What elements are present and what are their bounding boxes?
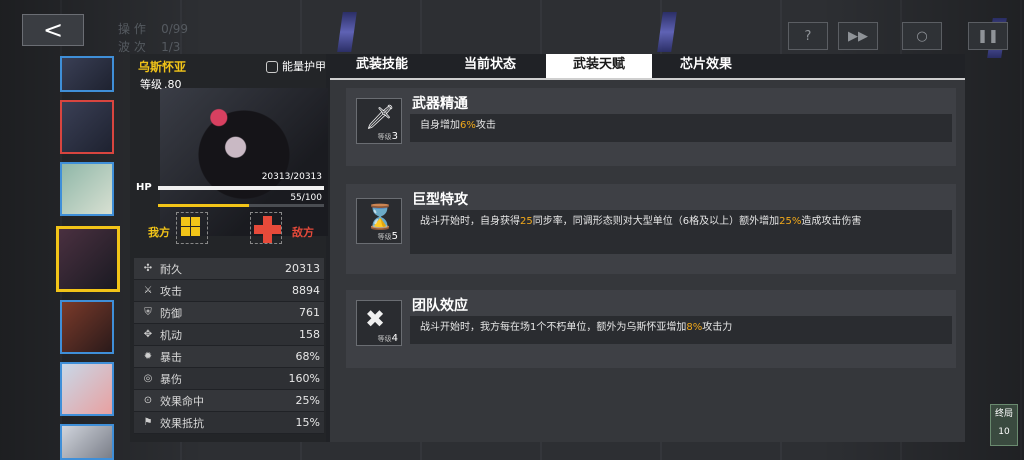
talent-description: 战斗开始时，自身获得25同步率，同调形态则对大型单位（6格及以上）额外增加25%… — [410, 210, 952, 254]
talent-description: 战斗开始时，我方每在场1个不朽单位，额外为乌斯怀亚增加8%攻击力 — [410, 316, 952, 344]
energy-armor[interactable]: 能量护甲 — [266, 58, 326, 74]
back-button[interactable]: < — [22, 14, 84, 46]
hp-label: HP — [136, 182, 152, 193]
stat-value: 8894 — [292, 284, 320, 297]
top-bar: < 操 作 0/99 波 次 1/3 ? ▶▶ ○ ❚❚ — [0, 0, 1024, 54]
tab-weapon-talents[interactable]: 武装天赋 — [546, 54, 652, 78]
stage-badge[interactable]: 终局 10 — [990, 404, 1018, 446]
ops-counter: 操 作 0/99 波 次 1/3 — [118, 22, 189, 54]
hp-value: 20313/20313 — [261, 172, 322, 182]
defense-icon: ⛨ — [144, 307, 152, 318]
unit-name: 乌斯怀亚 — [138, 60, 187, 74]
attack-icon: ⚔ — [143, 285, 153, 296]
stat-label: 暴击 — [160, 350, 182, 364]
tab-bar: 武装技能 当前状态 武装天赋 芯片效果 — [330, 54, 965, 80]
armor-icon — [266, 61, 278, 73]
unit-portrait[interactable] — [60, 56, 114, 92]
talent-title: 团队效应 — [412, 298, 468, 314]
stat-label: 耐久 — [160, 262, 182, 276]
crit-damage-icon: ◎ — [143, 373, 153, 384]
stat-value: 160% — [288, 372, 320, 385]
stat-row: ⊙ 效果命中 25% — [134, 390, 324, 412]
talent-card[interactable]: ✖ 等级4 团队效应 战斗开始时，我方每在场1个不朽单位，额外为乌斯怀亚增加8%攻… — [346, 290, 956, 368]
unit-roster — [56, 48, 126, 460]
tab-current-status[interactable]: 当前状态 — [442, 54, 538, 78]
tab-weapon-skills[interactable]: 武装技能 — [336, 54, 428, 78]
stat-value: 20313 — [285, 262, 320, 275]
energy-value: 55/100 — [290, 193, 322, 203]
unit-detail-panel: 乌斯怀亚 等级 .80 20313/20313 HP 55/100 我方 敌方 ✣… — [130, 54, 965, 442]
stat-label: 效果命中 — [160, 394, 204, 408]
mobility-icon: ✥ — [143, 329, 153, 340]
stat-row: ⚑ 效果抵抗 15% — [134, 412, 324, 434]
enemy-label: 敌方 — [292, 226, 314, 239]
tab-chip-effects[interactable]: 芯片效果 — [660, 54, 752, 78]
unit-portrait[interactable] — [60, 100, 114, 154]
stat-label: 效果抵抗 — [160, 416, 204, 430]
stat-value: 68% — [295, 350, 320, 363]
fast-forward-button[interactable]: ▶▶ — [838, 22, 878, 50]
stat-row: ✣ 耐久 20313 — [134, 258, 324, 280]
stats-table: ✣ 耐久 20313 ⚔ 攻击 8894 ⛨ 防御 761 ✥ 机动 158 ✹ 暴击 68% ◎ 暴… — [134, 258, 324, 434]
pause-button[interactable]: ❚❚ — [968, 22, 1008, 50]
team-icon: ✖ 等级4 — [356, 300, 402, 346]
ally-label: 我方 — [148, 226, 170, 239]
stat-label: 暴伤 — [160, 372, 182, 386]
talent-title: 巨型特攻 — [412, 192, 468, 208]
stat-row: ◎ 暴伤 160% — [134, 368, 324, 390]
stat-value: 25% — [295, 394, 320, 407]
talent-description: 自身增加6%攻击 — [410, 114, 952, 142]
stat-row: ⛨ 防御 761 — [134, 302, 324, 324]
unit-portrait-selected[interactable] — [56, 226, 120, 292]
effect-hit-icon: ⊙ — [143, 395, 153, 406]
unit-portrait[interactable] — [60, 424, 114, 460]
stat-value: 761 — [299, 306, 320, 319]
unit-portrait[interactable] — [60, 300, 114, 354]
stat-label: 防御 — [160, 306, 182, 320]
stat-row: ⚔ 攻击 8894 — [134, 280, 324, 302]
stat-row: ✹ 暴击 68% — [134, 346, 324, 368]
stat-label: 机动 — [160, 328, 182, 342]
stat-value: 15% — [295, 416, 320, 429]
talent-card[interactable]: ⌛ 等级5 巨型特攻 战斗开始时，自身获得25同步率，同调形态则对大型单位（6格及… — [346, 184, 956, 274]
energy-bar — [158, 204, 324, 207]
stat-value: 158 — [299, 328, 320, 341]
energy-bar-fill — [158, 204, 250, 207]
ally-formation-grid — [176, 212, 208, 244]
talent-title: 武器精通 — [412, 96, 468, 112]
stat-label: 攻击 — [160, 284, 182, 298]
unit-level: 等级 .80 — [140, 78, 182, 91]
durability-icon: ✣ — [143, 263, 153, 274]
stat-row: ✥ 机动 158 — [134, 324, 324, 346]
help-button[interactable]: ? — [788, 22, 828, 50]
talent-card[interactable]: 🗡 等级3 武器精通 自身增加6%攻击 — [346, 88, 956, 166]
hp-bar-fill — [158, 186, 324, 190]
enemy-formation-grid — [250, 212, 282, 244]
hp-bar — [158, 186, 324, 190]
unit-info-column: 乌斯怀亚 等级 .80 20313/20313 HP 55/100 我方 敌方 ✣… — [130, 54, 328, 442]
talents-content: 🗡 等级3 武器精通 自身增加6%攻击 ⌛ 等级5 巨型特攻 战斗开始时，自身获得2… — [330, 80, 965, 442]
giant-icon: ⌛ 等级5 — [356, 198, 402, 244]
auto-button[interactable]: ○ — [902, 22, 942, 50]
crit-icon: ✹ — [143, 351, 153, 362]
unit-portrait[interactable] — [60, 362, 114, 416]
sword-icon: 🗡 等级3 — [356, 98, 402, 144]
unit-portrait[interactable] — [60, 162, 114, 216]
effect-resist-icon: ⚑ — [143, 417, 153, 428]
